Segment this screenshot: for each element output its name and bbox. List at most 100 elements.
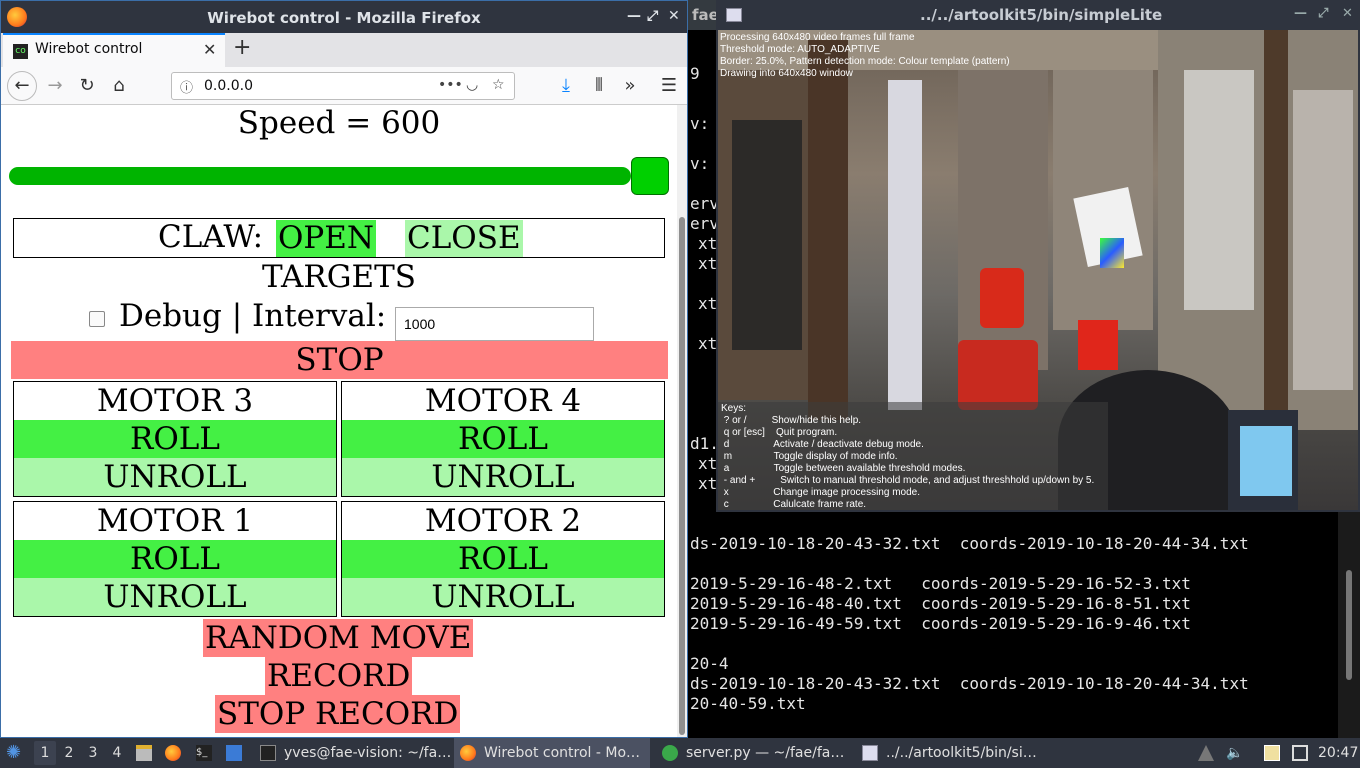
clock[interactable]: 20:47 (1318, 738, 1358, 768)
motor-title: MOTOR 4 (424, 383, 582, 419)
favicon-icon: co (13, 44, 28, 59)
new-tab-icon[interactable]: + (233, 35, 251, 60)
bookmark-star-icon[interactable]: ☆ (492, 77, 505, 93)
download-icon[interactable]: ⤓ (552, 72, 580, 100)
motor-4-panel: MOTOR 4 ROLL UNROLL (341, 381, 665, 497)
tab-bar: co Wirebot control ✕ + (1, 33, 687, 67)
terminal-task-icon (260, 745, 276, 761)
random-move-button[interactable]: RANDOM MOVE (203, 619, 474, 657)
terminal-line: xt (698, 334, 718, 353)
speed-slider-track[interactable] (9, 167, 631, 185)
close-icon[interactable]: ✕ (1342, 6, 1353, 21)
workspace-4[interactable]: 4 (106, 741, 128, 765)
artoolkit-task-icon (862, 745, 878, 761)
claw-controls: CLAW: OPEN CLOSE (13, 218, 665, 258)
tab-wirebot-control[interactable]: co Wirebot control ✕ (3, 33, 225, 67)
terminal-line: ds-2019-10-18-20-43-32.txt coords-2019-1… (690, 534, 1249, 553)
minimize-icon[interactable]: — (627, 8, 641, 24)
terminal-scroll-thumb[interactable] (1346, 570, 1352, 680)
camera-view[interactable]: Processing 640x480 video frames full fra… (718, 30, 1358, 510)
motor-title: MOTOR 3 (96, 383, 254, 419)
task-editor[interactable]: server.py — ~/fae/fa… (686, 738, 844, 768)
stop-record-button[interactable]: STOP RECORD (215, 695, 461, 733)
motor-3-roll-button[interactable]: ROLL (14, 420, 336, 458)
debug-checkbox[interactable] (89, 311, 105, 327)
desktop-icon[interactable] (226, 745, 242, 761)
volume-icon[interactable]: 🔈 (1226, 738, 1243, 768)
terminal-launcher-icon[interactable]: $_ (196, 745, 212, 761)
task-firefox[interactable]: Wirebot control - Mo… (484, 738, 640, 768)
motor-title: MOTOR 2 (424, 503, 582, 539)
firefox-titlebar[interactable]: Wirebot control - Mozilla Firefox — ⤢ ✕ (1, 1, 687, 33)
overflow-chevron-icon[interactable]: » (616, 72, 644, 100)
task-artoolkit[interactable]: ../../artoolkit5/bin/si… (886, 738, 1037, 768)
notification-icon[interactable] (1292, 745, 1308, 761)
page-content: Speed = 600 CLAW: OPEN CLOSE TARGETS Deb… (1, 105, 677, 737)
motor-1-unroll-button[interactable]: UNROLL (14, 578, 336, 616)
motor-2-unroll-button[interactable]: UNROLL (342, 578, 664, 616)
speed-display: Speed = 600 (237, 105, 441, 141)
firefox-window[interactable]: Wirebot control - Mozilla Firefox — ⤢ ✕ … (0, 0, 688, 738)
artoolkit-titlebar[interactable]: ../../artoolkit5/bin/simpleLite — ⤢ ✕ (716, 0, 1360, 30)
back-icon[interactable]: ← (7, 71, 37, 101)
claw-label: CLAW: (158, 219, 264, 255)
record-button[interactable]: RECORD (265, 657, 413, 695)
network-icon[interactable] (1198, 745, 1214, 761)
url-text[interactable]: 0.0.0.0 (204, 78, 253, 94)
artoolkit-title: ../../artoolkit5/bin/simpleLite (920, 6, 1163, 24)
tab-close-icon[interactable]: ✕ (203, 40, 216, 59)
workspace-2[interactable]: 2 (58, 741, 80, 765)
page-actions-icon[interactable]: ••• (438, 77, 463, 93)
editor-task-icon (662, 745, 678, 761)
speed-slider-thumb[interactable] (631, 157, 669, 195)
motor-4-unroll-button[interactable]: UNROLL (342, 458, 664, 496)
motor-4-roll-button[interactable]: ROLL (342, 420, 664, 458)
motor-1-panel: MOTOR 1 ROLL UNROLL (13, 501, 337, 617)
task-terminal[interactable]: yves@fae-vision: ~/fa… (284, 738, 451, 768)
motor-2-roll-button[interactable]: ROLL (342, 540, 664, 578)
reload-icon[interactable]: ↻ (73, 72, 101, 100)
terminal-line: d1. (690, 434, 719, 453)
terminal-line: 20-4 (690, 654, 729, 673)
url-bar[interactable]: ⓘ 0.0.0.0 ••• ◡ ☆ (171, 72, 515, 100)
window-icon (726, 8, 742, 22)
close-icon[interactable]: ✕ (668, 8, 680, 24)
terminal-line: ds-2019-10-18-20-43-32.txt coords-2019-1… (690, 674, 1249, 693)
home-icon[interactable]: ⌂ (105, 72, 133, 100)
terminal-line: xt (698, 254, 718, 273)
page-scroll-thumb[interactable] (679, 217, 685, 735)
pocket-icon[interactable]: ◡ (466, 77, 478, 93)
motor-title: MOTOR 1 (96, 503, 254, 539)
library-icon[interactable]: ⫴ (585, 72, 613, 100)
artoolkit-window[interactable]: ../../artoolkit5/bin/simpleLite — ⤢ ✕ Pr… (716, 0, 1360, 512)
firefox-launcher-icon[interactable] (165, 745, 181, 761)
claw-close-button[interactable]: CLOSE (405, 220, 523, 257)
terminal-line: xt (698, 474, 718, 493)
firefox-task-icon (460, 745, 476, 761)
minimize-icon[interactable]: — (1294, 6, 1307, 21)
motor-1-roll-button[interactable]: ROLL (14, 540, 336, 578)
clipboard-icon[interactable] (1264, 745, 1280, 761)
motor-3-panel: MOTOR 3 ROLL UNROLL (13, 381, 337, 497)
site-info-icon[interactable]: ⓘ (180, 77, 193, 96)
menu-icon[interactable]: ☰ (655, 72, 683, 100)
forward-icon[interactable]: → (41, 72, 69, 100)
debug-interval-label: Debug | Interval: (119, 298, 387, 334)
workspace-1[interactable]: 1 (34, 741, 56, 765)
workspace-3[interactable]: 3 (82, 741, 104, 765)
stop-button[interactable]: STOP (11, 341, 668, 379)
motor-3-unroll-button[interactable]: UNROLL (14, 458, 336, 496)
terminal-line: 2019-5-29-16-48-2.txt coords-2019-5-29-1… (690, 574, 1191, 593)
window-title: Wirebot control - Mozilla Firefox (207, 9, 481, 27)
start-menu-icon[interactable]: ✺ (6, 738, 21, 768)
mode-info-text: Processing 640x480 video frames full fra… (720, 32, 1010, 79)
terminal-line: xt (698, 294, 718, 313)
interval-input[interactable] (395, 307, 594, 341)
claw-open-button[interactable]: OPEN (276, 220, 377, 257)
maximize-icon[interactable]: ⤢ (647, 8, 658, 24)
file-manager-icon[interactable] (136, 745, 152, 761)
targets-heading: TARGETS (261, 259, 417, 295)
terminal-line: xt (698, 234, 718, 253)
maximize-icon[interactable]: ⤢ (1318, 6, 1328, 21)
page-scrollbar[interactable] (677, 105, 687, 737)
